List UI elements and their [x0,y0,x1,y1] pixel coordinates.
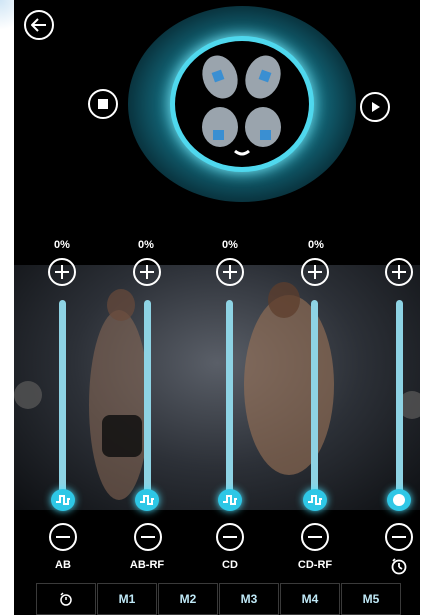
decrease-button[interactable] [301,523,329,551]
mode-bar: M1 M2 M3 M4 M5 [36,583,420,615]
decrease-button[interactable] [49,523,77,551]
slider-handle[interactable] [51,489,75,511]
pulse-wave-icon [56,495,70,505]
mode-button-m2[interactable]: M2 [158,583,218,615]
pulse-wave-icon [223,495,237,505]
channel-label: AB-RF [129,559,165,571]
timer-icon [391,558,407,575]
decrease-button[interactable] [385,523,413,551]
intensity-slider-track[interactable] [59,300,66,498]
intensity-slider-track[interactable] [144,300,151,498]
channel-percent: 0% [138,239,154,251]
decrease-button[interactable] [134,523,162,551]
round-knob-icon [393,494,405,506]
slider-handle[interactable] [303,489,327,511]
increase-button[interactable] [133,258,161,286]
increase-button[interactable] [48,258,76,286]
timer-icon [60,592,72,606]
channel-percent: 0% [308,239,324,251]
ems-control-screen: 0% AB 0% AB-RF 0% CD 0% CD-RF M1 M2 M3 M… [14,0,420,615]
intensity-slider-track[interactable] [226,300,233,498]
channel-percent: 0% [54,239,70,251]
mode-button-m1[interactable]: M1 [97,583,157,615]
slider-handle[interactable] [387,489,411,511]
play-icon [372,102,380,112]
back-button[interactable] [24,10,54,40]
channel-label: CD-RF [297,559,333,571]
stop-button[interactable] [88,89,118,119]
intensity-slider-track[interactable] [311,300,318,498]
timer-tab[interactable] [36,583,96,615]
arrow-left-icon [31,18,46,32]
electrode-pads-icon [202,55,281,156]
slider-handle[interactable] [135,489,159,511]
slider-handle[interactable] [218,489,242,511]
athletes-image [14,282,420,500]
mode-button-m3[interactable]: M3 [219,583,279,615]
pulse-wave-icon [308,495,322,505]
channel-label: CD [222,559,238,571]
channel-percent: 0% [222,239,238,251]
pulse-wave-icon [140,495,154,505]
increase-button[interactable] [216,258,244,286]
mode-button-m5[interactable]: M5 [341,583,401,615]
stop-icon [98,99,108,109]
channel-label: AB [55,559,71,571]
increase-button[interactable] [385,258,413,286]
intensity-slider-track[interactable] [396,300,403,498]
decrease-button[interactable] [216,523,244,551]
increase-button[interactable] [301,258,329,286]
play-button[interactable] [360,92,390,122]
body-zone-display [170,36,314,172]
fitness-background-photo [14,265,420,510]
mode-button-m4[interactable]: M4 [280,583,340,615]
body-zone-ring [128,6,356,202]
